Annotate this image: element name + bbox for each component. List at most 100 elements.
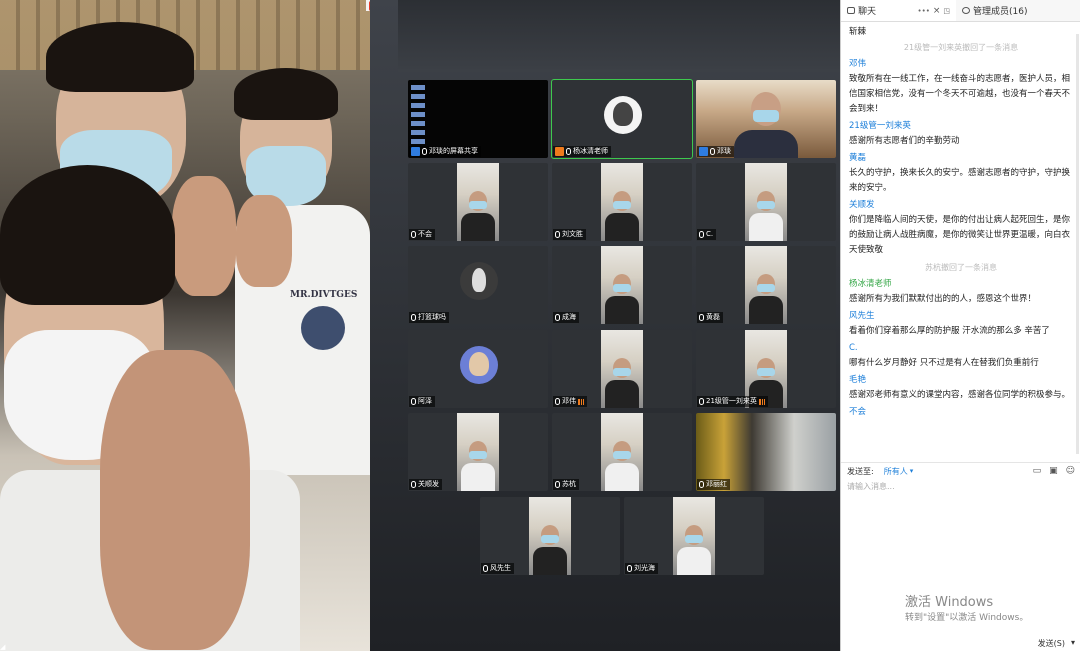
chat-sender-name[interactable]: 邓伟 bbox=[849, 57, 1073, 72]
participant-tile[interactable]: 成海 bbox=[552, 246, 692, 324]
participant-label: 苏杭 bbox=[553, 479, 579, 490]
chat-message-text: 看着你们穿着那么厚的防护服 汗水流的那么多 辛苦了 bbox=[849, 326, 1050, 336]
send-options-icon[interactable]: ▾ bbox=[1071, 638, 1075, 649]
participant-name: 关顺发 bbox=[418, 480, 439, 488]
participant-tile[interactable]: 不会 bbox=[408, 163, 548, 241]
participant-tile[interactable]: 刘文胜 bbox=[552, 163, 692, 241]
chat-sender-name[interactable]: 毛艳 bbox=[849, 373, 1073, 388]
microphone-icon bbox=[710, 148, 715, 155]
microphone-icon bbox=[699, 481, 704, 488]
participant-label: 邓伟 bbox=[553, 396, 587, 407]
participant-label: 关顺发 bbox=[409, 479, 442, 490]
shirt-globe-graphic bbox=[301, 306, 345, 350]
chat-message: 关顺发你们是降临人间的天使，是你的付出让病人起死回生，是你的鼓励让病人战胜病魔，… bbox=[849, 198, 1073, 258]
participant-tile[interactable]: 邓琰的屏幕共享 bbox=[408, 80, 548, 158]
microphone-icon bbox=[566, 148, 571, 155]
video-feed bbox=[601, 330, 643, 408]
chat-sender-name[interactable]: 不会 bbox=[849, 405, 1073, 420]
participant-name: 不会 bbox=[418, 230, 432, 238]
microphone-icon bbox=[555, 314, 560, 321]
video-feed bbox=[745, 163, 787, 241]
participant-name: 苏杭 bbox=[562, 480, 576, 488]
close-icon[interactable]: × bbox=[933, 6, 941, 16]
participant-name: 邓伟 bbox=[562, 397, 576, 405]
chat-message-text: 感谢所有为我们默默付出的的人，感恩这个世界！ bbox=[849, 294, 1037, 304]
chat-sender-name[interactable]: C. bbox=[849, 341, 1073, 356]
participant-name: 成海 bbox=[562, 313, 576, 321]
message-input[interactable]: 请输入消息... bbox=[841, 479, 1080, 494]
user-select-icon[interactable]: ☺ bbox=[1066, 466, 1075, 476]
participant-label: 刘文胜 bbox=[553, 229, 586, 240]
video-feed bbox=[457, 163, 499, 241]
participant-tile[interactable]: 苏杭 bbox=[552, 413, 692, 491]
video-feed bbox=[673, 497, 715, 575]
participant-name: 黄磊 bbox=[706, 313, 720, 321]
chat-sender-name[interactable]: 关顺发 bbox=[849, 198, 1073, 213]
participant-label: 刘光海 bbox=[625, 563, 658, 574]
system-notice: 21级管一刘来英撤回了一条消息 bbox=[903, 43, 1019, 52]
participant-name: 刘光海 bbox=[634, 564, 655, 572]
chat-scrollbar[interactable] bbox=[1076, 34, 1079, 454]
chat-message-text: 你们是降临人间的天使，是你的付出让病人起死回生，是你的鼓励让病人战胜病魔，是你的… bbox=[849, 215, 1071, 255]
participant-tile[interactable]: 21级管一刘来英 bbox=[696, 330, 836, 408]
participant-tile[interactable]: 打篮球吗 bbox=[408, 246, 548, 324]
raised-fist bbox=[172, 176, 236, 296]
popout-icon[interactable]: ◳ bbox=[943, 7, 950, 15]
chat-tabs: 聊天 ••• × ◳ 管理成员(16) bbox=[841, 0, 1080, 22]
microphone-icon bbox=[699, 231, 704, 238]
participant-tile[interactable]: 风先生 bbox=[480, 497, 620, 575]
microphone-icon bbox=[411, 231, 416, 238]
participant-label: 不会 bbox=[409, 229, 435, 240]
microphone-icon bbox=[483, 565, 488, 572]
chat-sender-name[interactable]: 黄磊 bbox=[849, 151, 1073, 166]
person-hair bbox=[0, 165, 175, 305]
more-icon[interactable]: ••• bbox=[917, 7, 929, 15]
participant-tile[interactable]: 黄磊 bbox=[696, 246, 836, 324]
watermark-title: 激活 Windows bbox=[905, 595, 994, 610]
video-feed bbox=[601, 163, 643, 241]
participant-name: C. bbox=[706, 230, 714, 238]
participant-name: 21级管一刘来英 bbox=[706, 397, 757, 405]
avatar bbox=[460, 262, 498, 300]
participant-tile[interactable]: 关顺发 bbox=[408, 413, 548, 491]
chat-sender-name[interactable]: 21级管一刘来英 bbox=[849, 119, 1073, 134]
avatar bbox=[604, 96, 642, 134]
chevron-down-icon[interactable]: ▾ bbox=[910, 467, 914, 475]
participant-name: 邓琰的屏幕共享 bbox=[429, 147, 478, 155]
participant-tile[interactable]: C. bbox=[696, 163, 836, 241]
gallery-header-strip bbox=[398, 0, 840, 72]
video-feed bbox=[529, 497, 571, 575]
person-hair bbox=[46, 22, 194, 92]
participant-label: 21级管一刘来英 bbox=[697, 396, 768, 407]
members-icon bbox=[962, 7, 970, 14]
chat-message: 21级管一刘来英 感谢所有志愿者们的辛勤劳动 bbox=[849, 119, 1073, 149]
participant-tile[interactable]: 阿泽 bbox=[408, 330, 548, 408]
chat-sender-name[interactable]: 风先生 bbox=[849, 309, 1073, 324]
chat-message: C. 哪有什么岁月静好 只不过是有人在替我们负重前行 bbox=[849, 341, 1073, 371]
screenshot-icon[interactable]: ▣ bbox=[1049, 466, 1058, 476]
send-to-dropdown[interactable]: 所有人 bbox=[884, 466, 908, 477]
send-button[interactable]: 发送(S) ▾ bbox=[1038, 638, 1075, 649]
chat-sender-name[interactable]: 杨冰清老师 bbox=[849, 277, 1073, 292]
microphone-icon bbox=[699, 314, 704, 321]
signal-icon bbox=[578, 398, 584, 405]
folder-icon[interactable]: ▭ bbox=[1033, 466, 1042, 476]
participant-label: 打篮球吗 bbox=[409, 312, 449, 323]
raised-fist bbox=[100, 350, 250, 650]
tab-chat[interactable]: 聊天 ••• × ◳ bbox=[841, 0, 956, 21]
chat-message: 毛艳 感谢邓老师有意义的课堂内容，感谢各位同学的积极参与。 bbox=[849, 373, 1073, 403]
chat-message-list[interactable]: 斩棘 21级管一刘来英撤回了一条消息 邓伟 致敬所有在一线工作，在一线奋斗的志愿者，… bbox=[841, 22, 1080, 462]
participant-name: 邓琰 bbox=[717, 147, 731, 155]
participant-tile[interactable]: 邓伟 bbox=[552, 330, 692, 408]
participant-tile[interactable]: 邓丽红 bbox=[696, 413, 836, 491]
participant-label: C. bbox=[697, 229, 717, 240]
watermark-subtitle: 转到"设置"以激活 Windows。 bbox=[905, 613, 1029, 623]
tab-members[interactable]: 管理成员(16) bbox=[956, 0, 1033, 21]
participant-tile[interactable]: 邓琰 bbox=[696, 80, 836, 158]
participant-tile[interactable]: 杨冰清老师 bbox=[551, 79, 693, 159]
chat-message: 不会 bbox=[849, 405, 1073, 420]
camera-corner-icon: ◢ bbox=[0, 643, 6, 651]
microphone-icon bbox=[555, 231, 560, 238]
chat-panel: 聊天 ••• × ◳ 管理成员(16) 斩棘 21级管一刘来英撤回了一条消息 邓伟… bbox=[840, 0, 1080, 651]
participant-tile[interactable]: 刘光海 bbox=[624, 497, 764, 575]
